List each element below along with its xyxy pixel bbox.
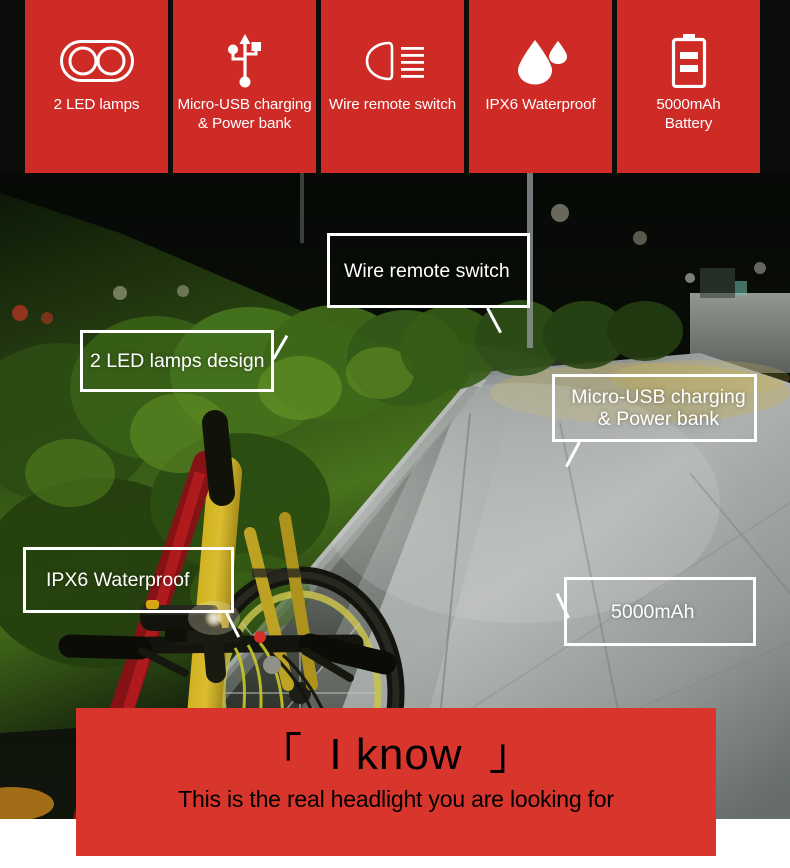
callout-label: Micro-USB charging & Power bank <box>571 386 746 430</box>
bottom-cta-banner[interactable]: 「 I know 」 This is the real headlight yo… <box>76 708 716 856</box>
feature-card-micro-usb[interactable]: Micro-USB charging & Power bank <box>173 0 316 173</box>
feature-card-label: Wire remote switch <box>328 96 457 113</box>
water-drop-icon <box>469 33 612 89</box>
feature-card-ipx6-waterproof[interactable]: IPX6 Waterproof <box>469 0 612 173</box>
product-feature-page: 2 LED lamps Micro-USB charging & Power b… <box>0 0 790 868</box>
wire-remote-switch-icon <box>321 33 464 89</box>
callout-2-led-lamps-design[interactable]: 2 LED lamps design <box>80 330 289 392</box>
feature-card-label: IPX6 Waterproof <box>485 96 596 113</box>
micro-usb-icon <box>173 33 316 89</box>
feature-card-label: Micro-USB charging & Power bank <box>177 96 312 132</box>
feature-card-label: 2 LED lamps <box>53 96 140 113</box>
callout-label: 5000mAh <box>611 600 695 623</box>
feature-card-wire-remote-switch[interactable]: Wire remote switch <box>321 0 464 173</box>
feature-card-5000mah-battery[interactable]: 5000mAh Battery <box>617 0 760 173</box>
feature-card-2-led-lamps[interactable]: 2 LED lamps <box>25 0 168 173</box>
callout-label: Wire remote switch <box>344 259 510 282</box>
banner-headline: 「 I know 」 <box>257 730 535 779</box>
callout-label: IPX6 Waterproof <box>46 569 190 591</box>
callout-5000mah[interactable]: 5000mAh <box>555 577 756 646</box>
callout-label: 2 LED lamps design <box>90 350 265 372</box>
banner-subtitle: This is the real headlight you are looki… <box>178 786 614 812</box>
dual-led-lamp-icon <box>25 33 168 89</box>
callout-ipx6-waterproof[interactable]: IPX6 Waterproof <box>23 547 241 638</box>
callout-micro-usb-charging[interactable]: Micro-USB charging & Power bank <box>552 374 757 468</box>
callout-wire-remote-switch[interactable]: Wire remote switch <box>327 233 530 334</box>
battery-icon <box>617 33 760 89</box>
feature-card-label: 5000mAh Battery <box>656 96 721 132</box>
feature-strip: 2 LED lamps Micro-USB charging & Power b… <box>25 0 760 173</box>
